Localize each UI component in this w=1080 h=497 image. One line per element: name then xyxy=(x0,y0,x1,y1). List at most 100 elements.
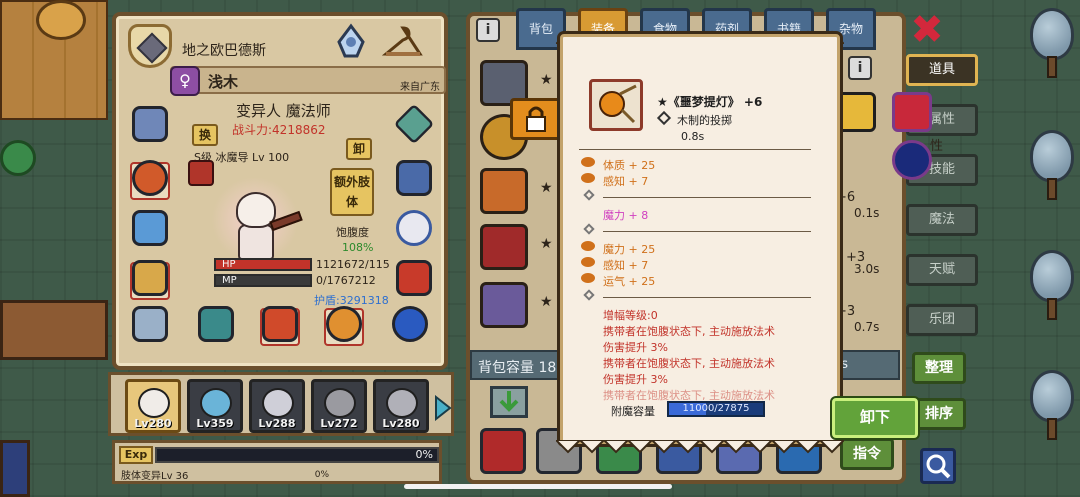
stat-icon xyxy=(581,241,595,251)
item-time: 3.0s xyxy=(854,262,880,276)
plant-icon xyxy=(0,140,36,176)
stat-line: 魔力 + 8 xyxy=(603,209,649,222)
item-tooltip: ★《噩梦提灯》 +6 木制的投掷 0.8s 体质 + 25 感知 + 7 魔力 … xyxy=(560,34,840,444)
wing-icon xyxy=(132,210,168,246)
helmet-slot[interactable] xyxy=(126,102,174,150)
unequip-small-button[interactable]: 卸 xyxy=(346,138,372,160)
gauntlet-slot[interactable] xyxy=(126,302,174,350)
bracer-slot[interactable] xyxy=(390,156,438,204)
effect-line: 携带者在饱腹状态下, 主动施放法术 xyxy=(603,357,775,370)
home-indicator[interactable] xyxy=(404,484,672,489)
amplify-level: 增幅等级:0 xyxy=(603,309,658,322)
stat-icon xyxy=(581,257,595,267)
beacon-icon[interactable] xyxy=(330,20,372,62)
tooltip-subtitle: 木制的投掷 xyxy=(677,114,732,127)
party-member[interactable]: Lv288 xyxy=(249,379,305,433)
lamp-slot[interactable] xyxy=(126,256,174,304)
party-level: Lv288 xyxy=(258,417,296,430)
ring-icon xyxy=(396,210,432,246)
orb-accessory-icon[interactable] xyxy=(892,140,932,180)
chevron-right-icon[interactable] xyxy=(434,394,452,422)
gem-slot[interactable] xyxy=(390,102,438,150)
item-time: 0.7s xyxy=(854,320,880,334)
wing-slot[interactable] xyxy=(126,206,174,254)
stat-line: 感知 + 7 xyxy=(603,259,649,272)
bracelet-slot[interactable] xyxy=(386,302,434,350)
crest-icon xyxy=(128,24,172,68)
item-star: ★ xyxy=(540,294,553,310)
swap-button[interactable]: 换 xyxy=(192,124,218,146)
command-button[interactable]: 指令 xyxy=(840,438,894,470)
diamond-icon xyxy=(583,289,595,301)
name-bar: ♀ 浅木 来自广东 xyxy=(170,66,446,96)
character-origin: 来自广东 xyxy=(400,82,440,93)
item-time: 0.1s xyxy=(854,206,880,220)
extra-limb-label: 额外肢体 xyxy=(333,175,370,209)
boots-icon xyxy=(396,260,432,296)
female-icon: ♀ xyxy=(170,66,200,96)
hp-label: HP xyxy=(222,259,236,270)
amulet-slot[interactable] xyxy=(126,156,174,204)
tab-magic[interactable]: 魔法 xyxy=(906,204,978,236)
close-icon[interactable]: ✖ xyxy=(910,10,944,50)
stat-icon xyxy=(581,157,595,167)
helmet-icon xyxy=(132,106,168,142)
boots-slot[interactable] xyxy=(390,256,438,304)
exp-tag: Exp xyxy=(119,446,153,464)
diamond-icon xyxy=(583,223,595,235)
ember-accessory-icon[interactable] xyxy=(836,92,876,132)
mp-bar: MP xyxy=(214,274,312,287)
divider xyxy=(603,197,811,198)
enchant-bar: 11000/27875 xyxy=(667,401,765,417)
amulet-icon xyxy=(132,160,168,196)
info-icon[interactable]: i xyxy=(476,18,500,42)
tab-band[interactable]: 乐团 xyxy=(906,304,978,336)
exp-panel: Exp 0% 肢体变异Lv 36 0% xyxy=(112,440,442,484)
unequip-button[interactable]: 卸下 xyxy=(832,398,918,438)
tree-decoration xyxy=(1030,250,1074,320)
download-icon[interactable] xyxy=(490,386,528,418)
party-member[interactable]: Lv359 xyxy=(187,379,243,433)
search-icon[interactable] xyxy=(920,448,956,484)
tooltip-title: ★《噩梦提灯》 +6 xyxy=(657,95,763,109)
bracer-icon xyxy=(396,160,432,196)
info-icon[interactable]: i xyxy=(848,56,872,80)
lantern-slot[interactable] xyxy=(320,302,368,350)
character-portrait xyxy=(204,168,308,262)
ranking-icon[interactable] xyxy=(480,428,526,474)
crimson-accessory-icon[interactable] xyxy=(892,92,932,132)
shelf-decoration xyxy=(0,300,108,360)
stat-line: 运气 + 25 xyxy=(603,275,656,288)
ring-slot[interactable] xyxy=(390,206,438,254)
party-level: Lv272 xyxy=(320,417,358,430)
sort-button[interactable]: 整理 xyxy=(912,352,966,384)
tooltip-time: 0.8s xyxy=(681,130,705,143)
lantern-icon xyxy=(326,306,362,342)
hanger-icon[interactable] xyxy=(381,20,424,62)
diamond-icon xyxy=(656,110,672,126)
lock-button[interactable] xyxy=(510,98,562,140)
character-title-area: 地之欧巴德斯 xyxy=(128,22,338,70)
party-member[interactable]: Lv280 xyxy=(125,379,181,433)
party-level: Lv280 xyxy=(134,417,172,430)
party-member[interactable]: Lv280 xyxy=(373,379,429,433)
mp-label: MP xyxy=(222,275,237,286)
stat-line: 体质 + 25 xyxy=(603,159,656,172)
limb-mutation-percent: 0% xyxy=(314,470,329,480)
tab-items[interactable]: 道具 xyxy=(906,54,978,86)
party-level: Lv359 xyxy=(196,417,234,430)
extra-limb-button[interactable]: 额外肢体 xyxy=(330,168,374,216)
mp-value: 0/1767212 xyxy=(316,274,376,287)
divider xyxy=(579,149,811,150)
effect-line: 伤害提升 3% xyxy=(603,341,668,354)
stat-line: 魔力 + 25 xyxy=(603,243,656,256)
party-member[interactable]: Lv272 xyxy=(311,379,367,433)
tab-talent[interactable]: 天赋 xyxy=(906,254,978,286)
character-class: 变异人 魔法师 xyxy=(236,102,331,120)
effect-line: 携带者在饱腹状态下, 主动施放法术 xyxy=(603,325,775,338)
sword-slot[interactable] xyxy=(256,302,304,350)
order-button[interactable]: 排序 xyxy=(912,398,966,430)
tail-slot[interactable] xyxy=(192,302,240,350)
tree-decoration xyxy=(1030,370,1074,440)
stat-line: 感知 + 7 xyxy=(603,175,649,188)
